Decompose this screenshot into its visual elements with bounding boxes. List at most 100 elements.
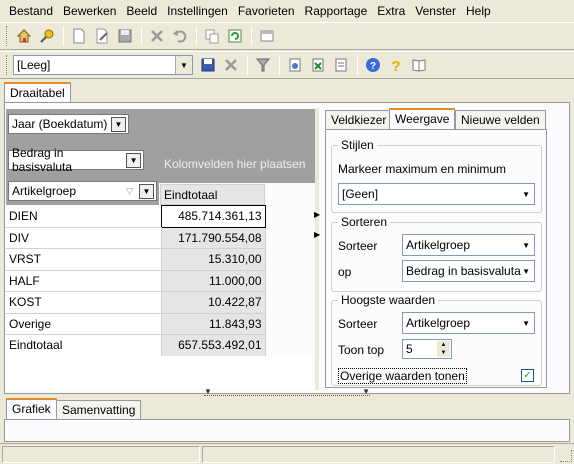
expand-right-icon[interactable]: ▶	[314, 210, 320, 219]
tab-grafiek[interactable]: Grafiek	[6, 398, 57, 420]
tab-nieuwe-velden[interactable]: Nieuwe velden	[455, 110, 546, 130]
column-drop-hint: Kolomvelden hier plaatsen	[164, 157, 306, 171]
row-label[interactable]: Overige	[6, 313, 161, 335]
menu-instellingen[interactable]: Instellingen	[162, 0, 233, 22]
resize-grip-icon[interactable]	[560, 450, 572, 462]
row-total-cell[interactable]: 485.714.361,13	[160, 205, 266, 228]
chevron-down-icon[interactable]: ▼	[522, 190, 530, 199]
row-total-cell[interactable]: 657.553.492,01	[160, 334, 266, 357]
toolbar-grip[interactable]	[6, 55, 9, 75]
menu-rapportage[interactable]: Rapportage	[300, 0, 373, 22]
menu-bestand[interactable]: Bestand	[4, 0, 58, 22]
splitter-vertical[interactable]	[315, 108, 319, 390]
row-label[interactable]: DIEN	[6, 205, 161, 228]
menu-bewerken[interactable]: Bewerken	[58, 0, 121, 22]
chevron-down-icon[interactable]: ▼	[522, 267, 530, 276]
other-values-checkbox[interactable]: ✓	[521, 369, 534, 382]
table-row[interactable]: Eindtotaal 657.553.492,01	[6, 334, 266, 357]
excel-icon[interactable]	[307, 54, 329, 76]
tab-weergave[interactable]: Weergave	[389, 108, 456, 130]
toolbar-separator	[196, 26, 197, 46]
sort-on-select[interactable]: Bedrag in basisvaluta ▼	[402, 260, 535, 282]
export-icon[interactable]	[284, 54, 306, 76]
question-icon[interactable]: ?	[385, 54, 407, 76]
tab-veldkiezer[interactable]: Veldkiezer	[325, 110, 393, 130]
row-field-button[interactable]: Artikelgroep ▽ ▼	[8, 181, 157, 201]
toolbar-separator	[141, 26, 142, 46]
tab-draaitabel[interactable]: Draaitabel	[4, 82, 71, 104]
filter-icon[interactable]	[252, 54, 274, 76]
collapse-down-icon[interactable]: ▼	[362, 388, 370, 396]
row-total-cell[interactable]: 15.310,00	[160, 248, 266, 271]
table-row[interactable]: DIEN 485.714.361,13	[6, 205, 266, 228]
menu-extra[interactable]: Extra	[372, 0, 410, 22]
table-row[interactable]: DIV 171.790.554,08	[6, 227, 266, 249]
mark-label: Markeer maximum en minimum	[338, 162, 507, 176]
copy-icon[interactable]	[201, 25, 223, 47]
stepper-down-icon[interactable]: ▼	[437, 349, 450, 357]
refresh-icon[interactable]	[224, 25, 246, 47]
group-top-title: Hoogste waarden	[338, 293, 439, 307]
tab-samenvatting[interactable]: Samenvatting	[56, 400, 142, 420]
pin-icon[interactable]	[36, 25, 58, 47]
stepper-up-icon[interactable]: ▲	[437, 341, 450, 349]
chevron-down-icon[interactable]: ▼	[126, 152, 141, 168]
help-icon[interactable]: ?	[362, 54, 384, 76]
row-label[interactable]: HALF	[6, 270, 161, 292]
delete-x-icon[interactable]	[146, 25, 168, 47]
mark-select[interactable]: [Geen] ▼	[338, 183, 535, 205]
delete-x-icon[interactable]	[220, 54, 242, 76]
chevron-down-icon[interactable]: ▼	[175, 56, 192, 74]
undo-icon[interactable]	[169, 25, 191, 47]
layout-toolbar: [Leeg] ▼ ? ?	[0, 51, 574, 79]
svg-text:?: ?	[370, 61, 376, 72]
table-row[interactable]: KOST 10.422,87	[6, 291, 266, 314]
chevron-down-icon[interactable]: ▼	[111, 116, 126, 132]
report-icon[interactable]	[330, 54, 352, 76]
top-sort-select[interactable]: Artikelgroep ▼	[402, 312, 535, 334]
row-label[interactable]: VRST	[6, 248, 161, 271]
edit-document-icon[interactable]	[91, 25, 113, 47]
row-total-cell[interactable]: 10.422,87	[160, 291, 266, 314]
layout-select[interactable]: [Leeg] ▼	[13, 55, 193, 75]
toolbar-separator	[279, 55, 280, 75]
row-label[interactable]: DIV	[6, 227, 161, 249]
chevron-down-icon[interactable]: ▼	[139, 183, 154, 199]
expand-right-icon[interactable]: ▶	[314, 230, 320, 239]
chevron-down-icon[interactable]: ▼	[522, 319, 530, 328]
row-label[interactable]: Eindtotaal	[6, 334, 161, 357]
toolbar-grip[interactable]	[6, 26, 9, 46]
menu-beeld[interactable]: Beeld	[121, 0, 162, 22]
table-row[interactable]: HALF 11.000,00	[6, 270, 266, 292]
window-icon[interactable]	[256, 25, 278, 47]
splitter-horizontal[interactable]: ▼ ▼	[204, 388, 370, 396]
table-row[interactable]: VRST 15.310,00	[6, 248, 266, 271]
bottom-panel	[4, 419, 570, 442]
menu-venster[interactable]: Venster	[410, 0, 461, 22]
sort-select[interactable]: Artikelgroep ▼	[402, 234, 535, 256]
chevron-down-icon[interactable]: ▼	[522, 241, 530, 250]
svg-text:?: ?	[391, 58, 400, 73]
home-icon[interactable]	[13, 25, 35, 47]
show-top-stepper[interactable]: 5 ▲ ▼	[402, 339, 452, 359]
toolbar-separator	[63, 26, 64, 46]
show-top-label: Toon top	[338, 343, 385, 357]
table-row[interactable]: Overige 11.843,93	[6, 313, 266, 335]
row-label[interactable]: KOST	[6, 291, 161, 314]
menu-favorieten[interactable]: Favorieten	[233, 0, 300, 22]
book-icon[interactable]	[408, 54, 430, 76]
save-disk-icon[interactable]	[114, 25, 136, 47]
row-total-cell[interactable]: 11.843,93	[160, 313, 266, 335]
save-disk-icon[interactable]	[197, 54, 219, 76]
group-sorteren-title: Sorteren	[338, 215, 391, 229]
menu-help[interactable]: Help	[461, 0, 496, 22]
filter-funnel-icon[interactable]: ▽	[126, 186, 133, 197]
collapse-down-icon[interactable]: ▼	[204, 388, 212, 396]
new-document-icon[interactable]	[68, 25, 90, 47]
row-total-cell[interactable]: 11.000,00	[160, 270, 266, 292]
filter-field-button[interactable]: Jaar (Boekdatum) ▼	[8, 114, 129, 134]
row-total-cell[interactable]: 171.790.554,08	[160, 227, 266, 249]
group-stijlen-title: Stijlen	[338, 138, 377, 152]
other-values-label[interactable]: Overige waarden tonen	[338, 368, 467, 384]
data-field-button[interactable]: Bedrag in basisvaluta ▼	[8, 146, 144, 174]
